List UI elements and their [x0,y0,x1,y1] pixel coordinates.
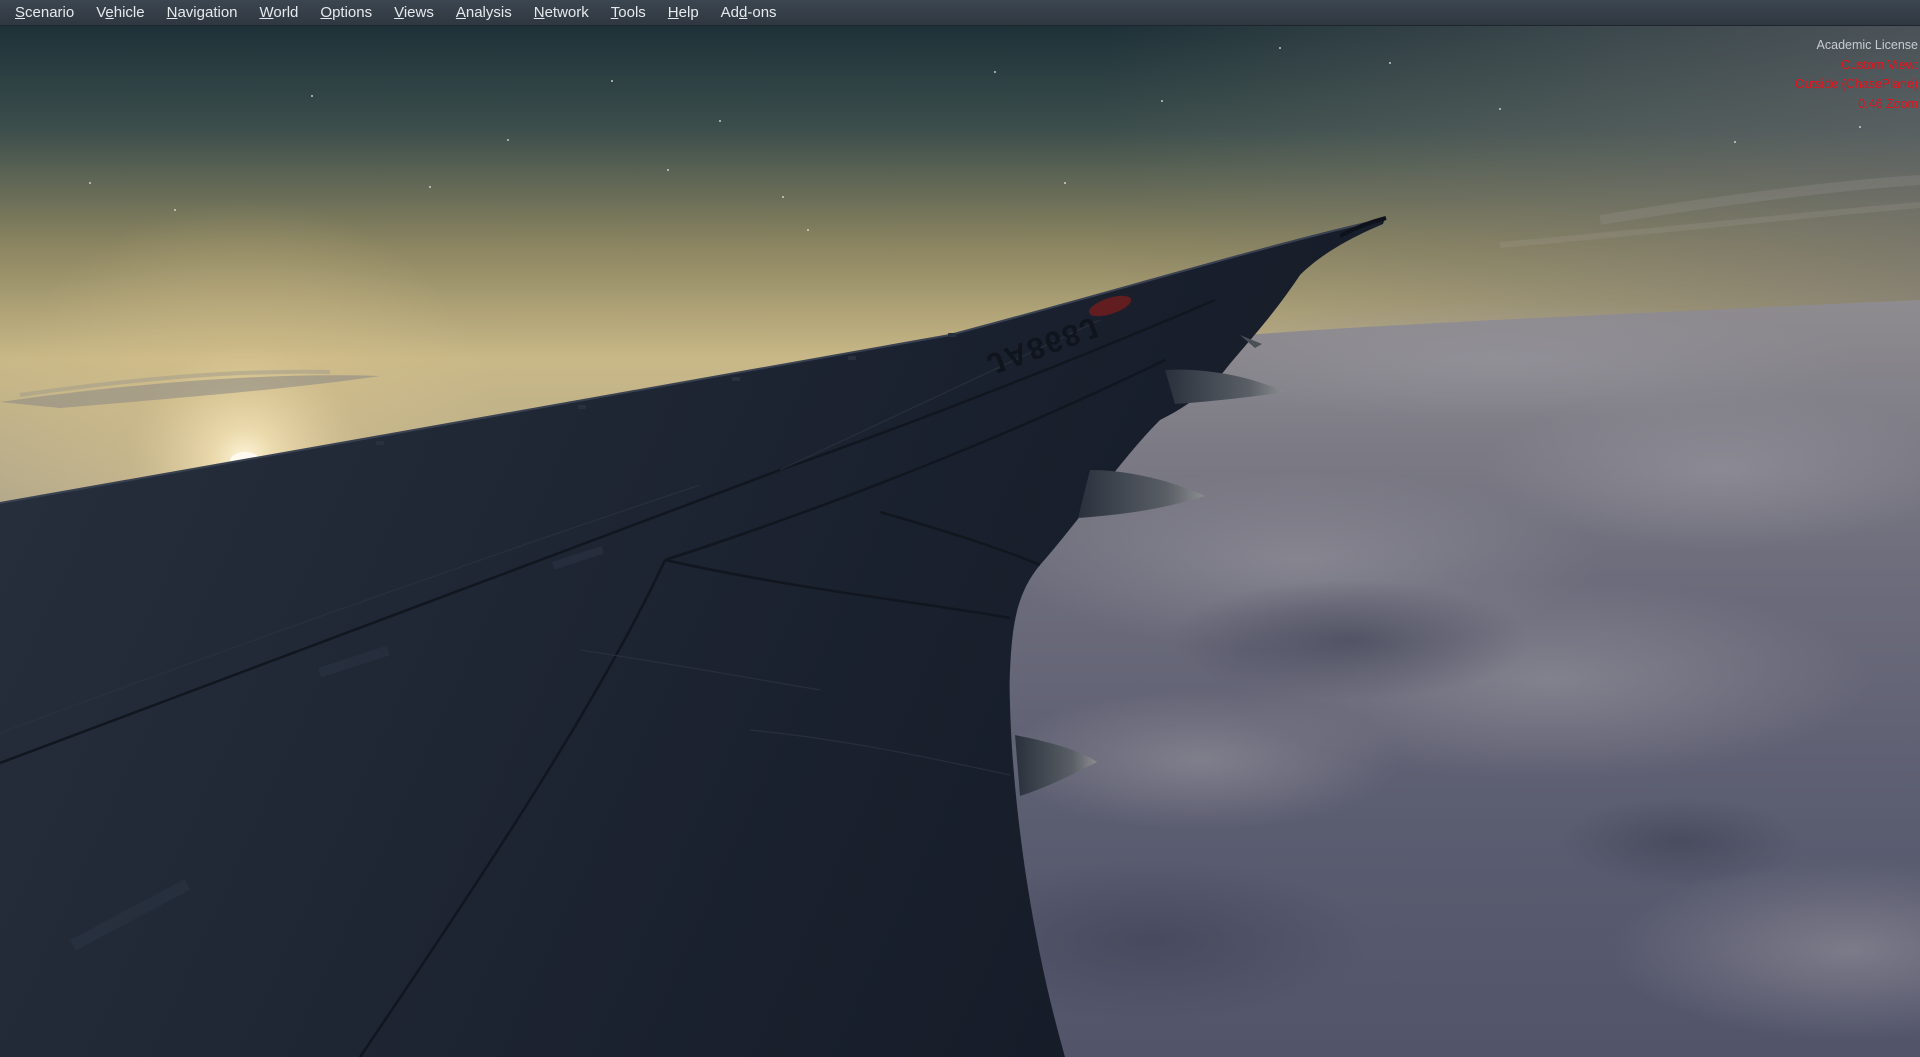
menu-bar: Scenario Vehicle Navigation World Option… [0,0,1920,26]
view-name-label: Custom View: [1841,57,1918,72]
license-label: Academic License [1816,38,1918,52]
simulator-window: Scenario Vehicle Navigation World Option… [0,0,1920,1057]
menu-navigation[interactable]: Navigation [156,0,249,26]
menu-vehicle[interactable]: Vehicle [85,0,155,26]
menu-tools[interactable]: Tools [600,0,657,26]
menu-network[interactable]: Network [523,0,600,26]
menu-options[interactable]: Options [309,0,383,26]
menu-scenario[interactable]: Scenario [4,0,85,26]
menu-views[interactable]: Views [383,0,445,26]
simulator-viewport[interactable]: JA868J [0,26,1920,1057]
menu-add-ons[interactable]: Add-ons [710,0,788,26]
view-mode-label: Outside (ChasePlane) [1795,77,1918,91]
view-info-overlay: Academic License Custom View: Outside (C… [1795,36,1918,114]
menu-world[interactable]: World [249,0,310,26]
menu-help[interactable]: Help [657,0,710,26]
zoom-label: 0.46 Zoom [1858,96,1918,111]
menu-analysis[interactable]: Analysis [445,0,523,26]
